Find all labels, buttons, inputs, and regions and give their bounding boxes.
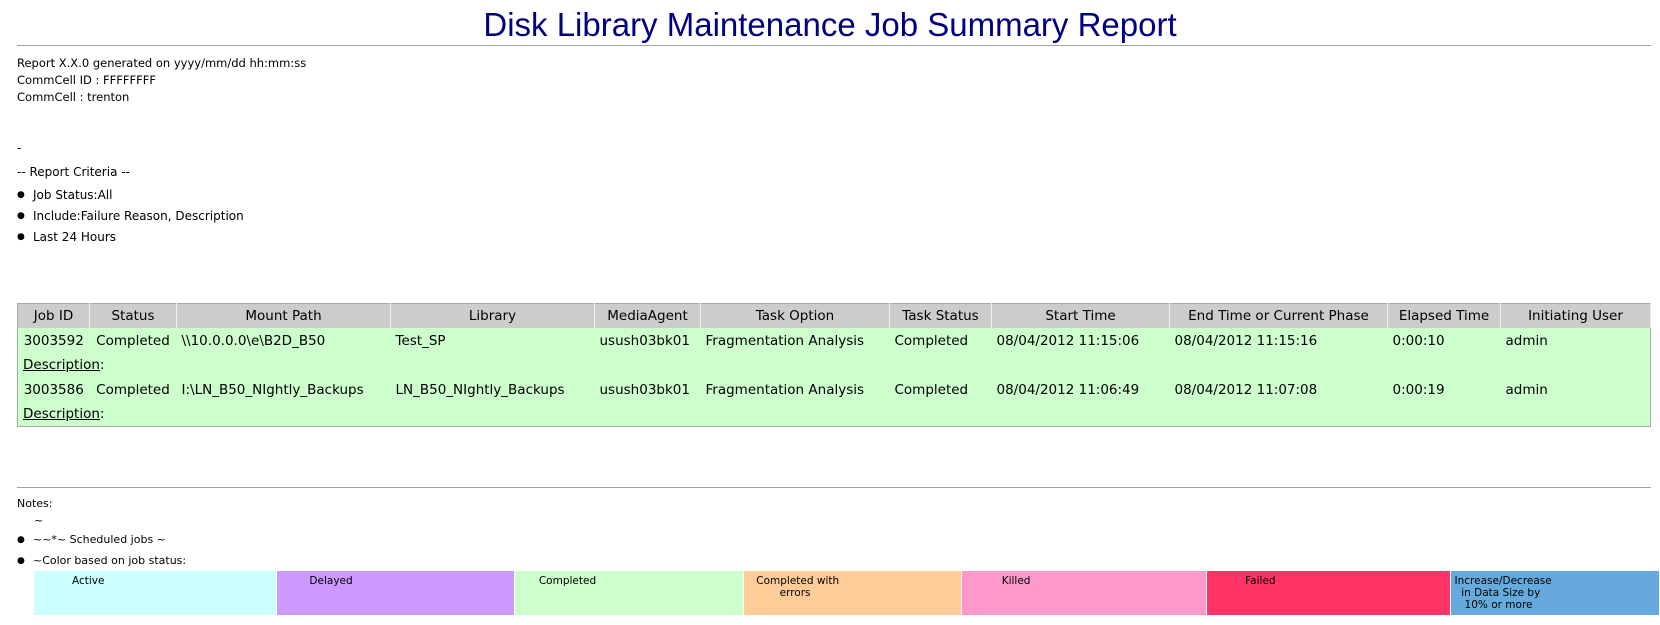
col-task-option: Task Option [700, 303, 890, 328]
criteria-item: Last 24 Hours [17, 230, 244, 251]
description-link[interactable]: Description [23, 357, 100, 373]
col-start-time: Start Time [991, 303, 1170, 328]
top-divider [17, 45, 1651, 46]
description-colon: : [99, 357, 105, 373]
cell-user: admin [1500, 328, 1651, 353]
cell-status: Completed [89, 377, 177, 402]
table-row: 3003586 Completed I:\LN_B50_NIghtly_Back… [17, 377, 1651, 402]
cell-media-agent: usush03bk01 [594, 328, 701, 353]
notes-list: ~~*~ Scheduled jobs ~ ~Color based on jo… [17, 533, 186, 575]
table-row: 3003592 Completed \\10.0.0.0\e\B2D_B50 T… [17, 328, 1651, 353]
cell-job-id: 3003592 [17, 328, 90, 353]
commcell-id-line: CommCell ID : FFFFFFFF [17, 73, 156, 87]
cell-mount-path: \\10.0.0.0\e\B2D_B50 [176, 328, 391, 353]
criteria-heading: -- Report Criteria -- [17, 165, 130, 179]
legend-cwe-line1: Completed with [756, 575, 840, 587]
cell-task-option: Fragmentation Analysis [700, 377, 890, 402]
legend-incdec-line1: Increase/Decrease [1454, 575, 1552, 587]
status-color-legend: Active Delayed Completed Completed with … [34, 571, 1660, 615]
commcell-line: CommCell : trenton [17, 90, 130, 104]
page-title: Disk Library Maintenance Job Summary Rep… [483, 6, 1177, 43]
table-header-row: Job ID Status Mount Path Library MediaAg… [17, 303, 1651, 328]
cell-library: LN_B50_NIghtly_Backups [390, 377, 595, 402]
description-row: Description: [17, 353, 1651, 377]
legend-completed-with-errors: Completed with errors [744, 571, 962, 615]
cell-status: Completed [89, 328, 177, 353]
cell-start-time: 08/04/2012 11:06:49 [991, 377, 1170, 402]
description-colon: : [99, 406, 105, 422]
description-row: Description: [17, 402, 1651, 427]
description-link[interactable]: Description [23, 406, 100, 422]
description-cell: Description: [17, 402, 1651, 427]
jobs-table: Job ID Status Mount Path Library MediaAg… [17, 303, 1651, 427]
cell-library: Test_SP [390, 328, 595, 353]
cell-start-time: 08/04/2012 11:15:06 [991, 328, 1170, 353]
legend-incdec-line2: in Data Size by [1454, 587, 1541, 599]
cell-elapsed: 0:00:10 [1387, 328, 1501, 353]
notes-label: Notes: [17, 497, 53, 510]
legend-failed: Failed [1207, 571, 1451, 615]
description-cell: Description: [17, 353, 1651, 377]
cell-end-time: 08/04/2012 11:07:08 [1169, 377, 1388, 402]
criteria-item: Include:Failure Reason, Description [17, 209, 244, 230]
legend-completed: Completed [514, 571, 745, 615]
dash-line: - [17, 141, 22, 155]
col-user: Initiating User [1500, 303, 1651, 328]
generated-line: Report X.X.0 generated on yyyy/mm/dd hh:… [17, 56, 307, 70]
cell-media-agent: usush03bk01 [594, 377, 701, 402]
criteria-list: Job Status:All Include:Failure Reason, D… [17, 188, 244, 251]
col-library: Library [390, 303, 595, 328]
note-item: ~~*~ Scheduled jobs ~ [17, 533, 186, 554]
legend-active: Active [34, 571, 278, 615]
legend-increase-decrease: Increase/Decrease in Data Size by 10% or… [1450, 571, 1660, 615]
cell-task-option: Fragmentation Analysis [700, 328, 890, 353]
col-elapsed: Elapsed Time [1387, 303, 1501, 328]
legend-killed: Killed [961, 571, 1208, 615]
cell-task-status: Completed [889, 377, 992, 402]
report-meta: Report X.X.0 generated on yyyy/mm/dd hh:… [17, 55, 306, 106]
cell-elapsed: 0:00:19 [1387, 377, 1501, 402]
col-job-id: Job ID [17, 303, 90, 328]
cell-job-id: 3003586 [17, 377, 90, 402]
legend-cwe-line2: errors [756, 587, 811, 599]
bottom-divider [17, 487, 1651, 488]
cell-user: admin [1500, 377, 1651, 402]
cell-task-status: Completed [889, 328, 992, 353]
col-task-status: Task Status [889, 303, 992, 328]
col-mount-path: Mount Path [176, 303, 391, 328]
col-status: Status [89, 303, 177, 328]
col-media-agent: MediaAgent [594, 303, 701, 328]
notes-tilde: ~ [34, 514, 44, 527]
legend-incdec-line3: 10% or more [1454, 599, 1533, 611]
criteria-item: Job Status:All [17, 188, 244, 209]
col-end-time: End Time or Current Phase [1169, 303, 1388, 328]
legend-delayed: Delayed [277, 571, 515, 615]
cell-mount-path: I:\LN_B50_NIghtly_Backups [176, 377, 391, 402]
cell-end-time: 08/04/2012 11:15:16 [1169, 328, 1388, 353]
